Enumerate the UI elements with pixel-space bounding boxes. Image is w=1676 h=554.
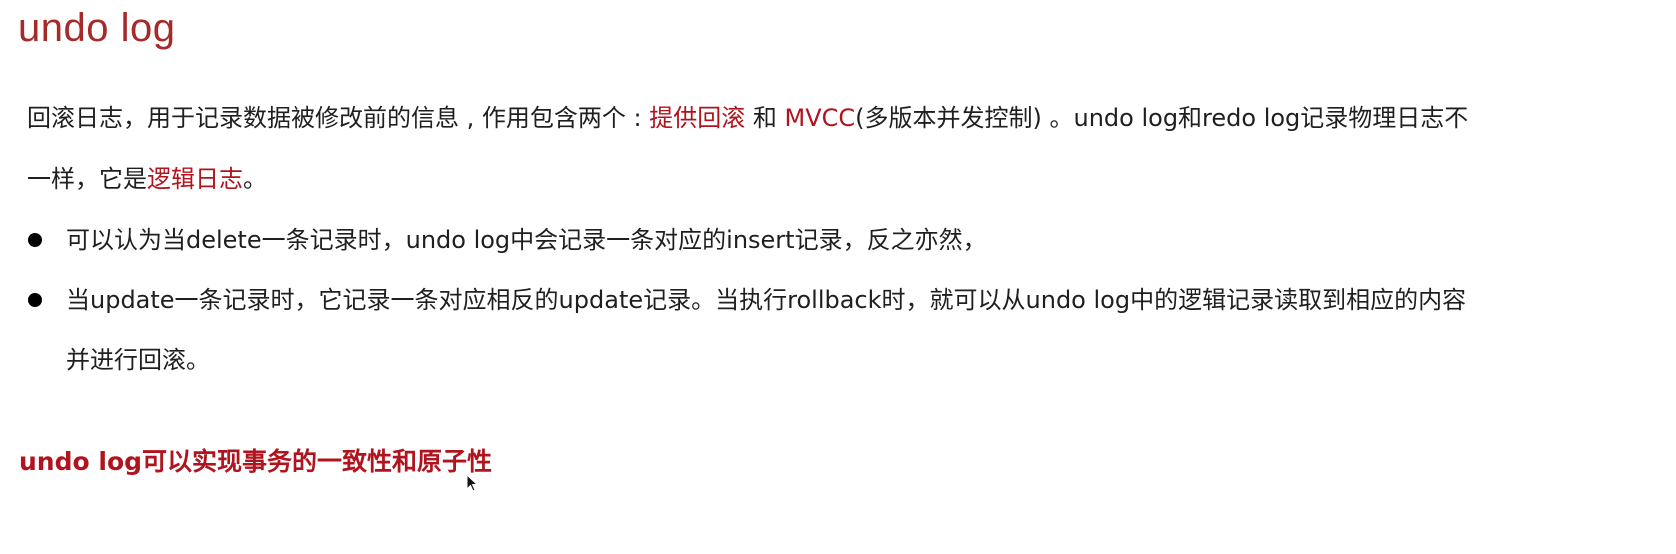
- bullet-item-2-line-2: 并进行回滚。: [66, 346, 210, 374]
- conclusion-text: undo log可以实现事务的一致性和原子性: [19, 447, 493, 476]
- intro-line-2: 一样，它是逻辑日志。: [27, 164, 267, 194]
- intro-line-1: 回滚日志，用于记录数据被修改前的信息 , 作用包含两个 : 提供回滚 和 MVC…: [27, 103, 1468, 133]
- bullet-dot-icon: [28, 233, 42, 247]
- bullet-item-2-line-1: 当update一条记录时，它记录一条对应相反的update记录。当执行rollb…: [66, 286, 1467, 314]
- mouse-cursor-icon: [466, 474, 478, 492]
- bullet-dot-icon: [28, 293, 42, 307]
- page-title: undo log: [18, 6, 176, 50]
- bullet-item-1: 可以认为当delete一条记录时，undo log中会记录一条对应的insert…: [66, 226, 987, 254]
- highlight-logical-log: 逻辑日志: [147, 165, 243, 193]
- intro-text-1: 回滚日志，用于记录数据被修改前的信息 , 作用包含两个 :: [27, 104, 650, 132]
- intro-text-5: 。: [243, 165, 267, 193]
- intro-text-3: (多版本并发控制) 。undo log和redo log记录物理日志不: [855, 104, 1469, 132]
- highlight-mvcc: MVCC: [784, 104, 856, 132]
- intro-text-4: 一样，它是: [27, 165, 147, 193]
- intro-text-2: 和: [745, 104, 785, 132]
- highlight-rollback: 提供回滚: [649, 104, 746, 132]
